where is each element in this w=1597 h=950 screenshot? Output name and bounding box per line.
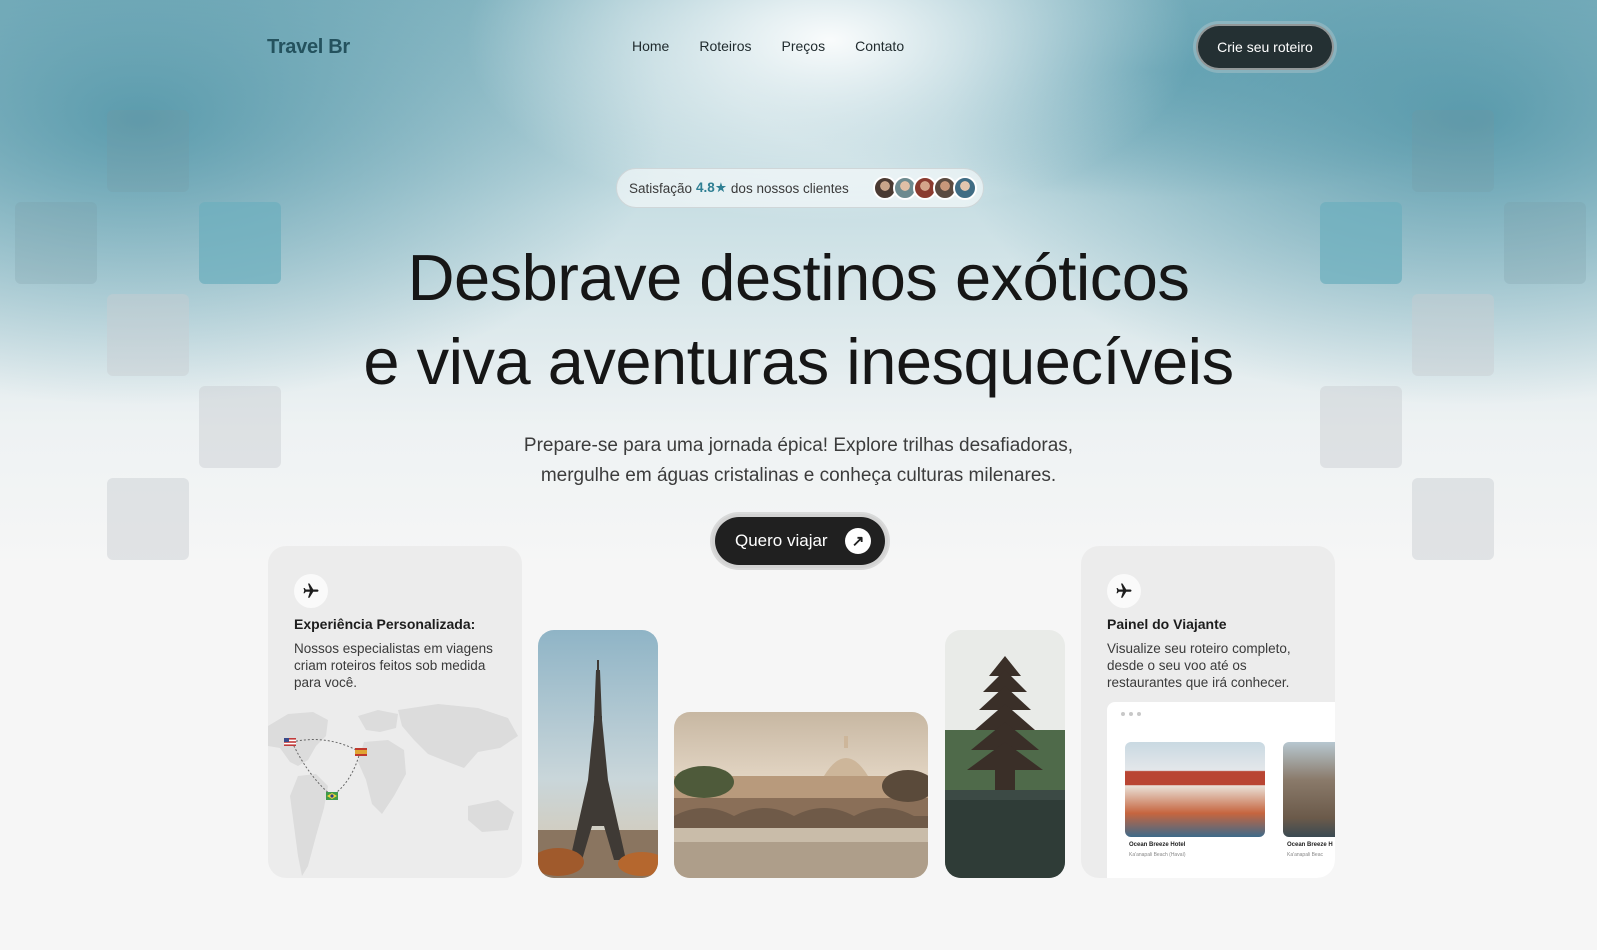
rating-prefix: Satisfação <box>629 180 693 196</box>
hotel-photo <box>1283 742 1335 837</box>
decor-tile <box>107 478 189 560</box>
personalized-experience-card: Experiência Personalizada: Nossos especi… <box>268 546 522 878</box>
hero-subtitle-line-2: mergulhe em águas cristalinas e conheça … <box>540 465 1057 486</box>
card-text: Visualize seu roteiro completo, desde o … <box>1107 641 1291 690</box>
avatar <box>953 176 977 200</box>
satisfaction-badge: Satisfação 4.8★ dos nossos clientes <box>616 168 984 208</box>
customer-avatars <box>873 176 977 200</box>
hotel-name: Ocean Breeze H <box>1287 842 1333 848</box>
hotel-photo <box>1125 742 1265 837</box>
hero-subtitle-line-1: Prepare-se para uma jornada épica! Explo… <box>523 435 1074 456</box>
window-dots <box>1121 712 1141 716</box>
hero-title-line-2: e viva aventuras inesquecíveis <box>363 325 1234 398</box>
nav-menu: Home Roteiros Preços Contato <box>632 38 904 54</box>
bali-temple-photo <box>945 630 1065 878</box>
hero-title-line-1: Desbrave destinos exóticos <box>407 241 1190 314</box>
rome-vatican-photo <box>674 712 928 878</box>
nav-link-contato[interactable]: Contato <box>855 38 904 54</box>
create-itinerary-button[interactable]: Crie seu roteiro <box>1196 24 1334 70</box>
nav-link-roteiros[interactable]: Roteiros <box>699 38 751 54</box>
hotel-location: Ka'anapali Beach (Havaí) <box>1129 852 1186 858</box>
card-text: Nossos especialistas em viagens criam ro… <box>294 641 493 690</box>
airplane-icon <box>294 574 328 608</box>
nav-link-home[interactable]: Home <box>632 38 669 54</box>
world-map-illustration <box>268 704 518 876</box>
want-to-travel-button[interactable]: Quero viajar ↗ <box>712 514 888 568</box>
nav-link-precos[interactable]: Preços <box>782 38 826 54</box>
hotel-name: Ocean Breeze Hotel <box>1129 842 1186 848</box>
card-title: Painel do Viajante <box>1107 616 1227 632</box>
rating-score: 4.8★ <box>696 180 727 195</box>
card-title: Experiência Personalizada: <box>294 616 476 632</box>
decor-tile <box>1412 478 1494 560</box>
eiffel-tower-photo <box>538 630 658 878</box>
hotel-location: Ka'anapali Beac <box>1287 852 1323 858</box>
logo[interactable]: Travel Br <box>267 36 350 59</box>
traveler-dashboard-card: Painel do Viajante Visualize seu roteiro… <box>1081 546 1335 878</box>
top-navigation: Travel Br Home Roteiros Preços Contato C… <box>0 0 1597 95</box>
dashboard-preview: Ocean Breeze Hotel Ka'anapali Beach (Hav… <box>1107 702 1335 878</box>
arrow-up-right-icon: ↗ <box>845 528 871 554</box>
decor-tile <box>107 110 189 192</box>
want-to-travel-label: Quero viajar <box>735 531 828 550</box>
airplane-icon <box>1107 574 1141 608</box>
decor-tile <box>1412 110 1494 192</box>
rating-suffix: dos nossos clientes <box>730 180 849 196</box>
